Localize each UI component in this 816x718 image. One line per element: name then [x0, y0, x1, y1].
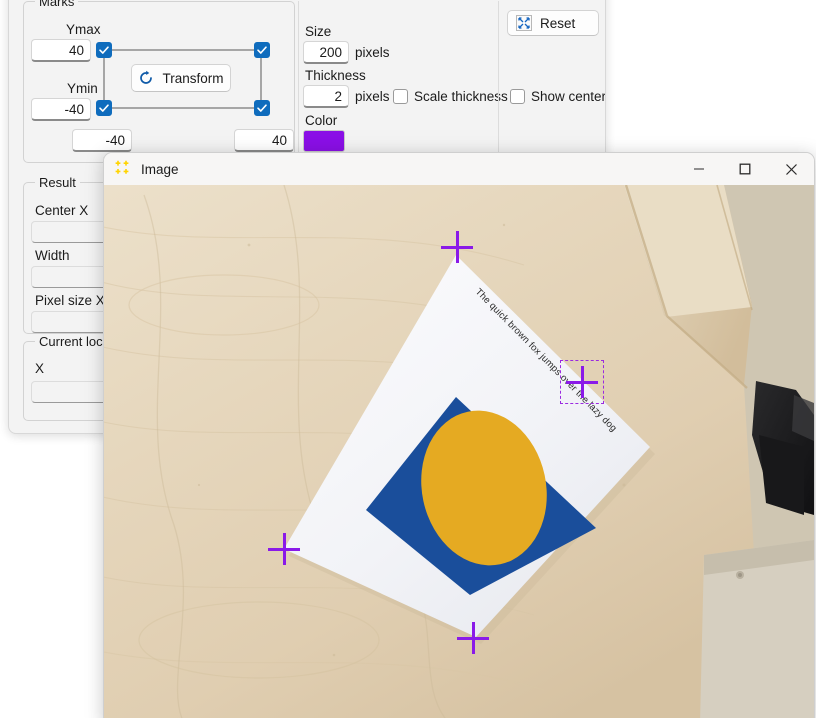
window-controls: [676, 153, 814, 185]
size-input[interactable]: 200: [303, 41, 349, 64]
scale-thickness-checkbox[interactable]: [393, 89, 408, 104]
connector-line-top: [112, 49, 260, 51]
scale-thickness-label: Scale thickness: [414, 89, 508, 104]
mark-checkbox-top-left[interactable]: [96, 42, 112, 58]
size-label: Size: [305, 24, 332, 39]
result-group-title: Result: [35, 175, 80, 190]
image-window: Image The quick brown fox jumps over the…: [103, 152, 815, 718]
xmin-input[interactable]: -40: [72, 129, 132, 152]
ymax-label: Ymax: [66, 22, 101, 37]
ymin-label: Ymin: [67, 81, 98, 96]
panel-divider-2: [498, 1, 499, 161]
current-location-x-label: X: [35, 361, 45, 376]
mark-checkbox-bottom-right[interactable]: [254, 100, 270, 116]
mark-checkbox-bottom-left[interactable]: [96, 100, 112, 116]
image-window-titlebar[interactable]: Image: [104, 153, 814, 185]
image-window-title: Image: [141, 161, 179, 177]
four-marks-icon: [114, 160, 134, 178]
ymin-input[interactable]: -40: [31, 98, 91, 121]
screen: Marks Ymax 40 Ymin -40 Transform -40 40 …: [0, 0, 816, 718]
marks-group-title: Marks: [35, 0, 79, 9]
color-swatch[interactable]: [303, 130, 345, 152]
thickness-units: pixels: [355, 89, 390, 104]
panel-divider-1: [298, 1, 299, 161]
center-x-label: Center X: [35, 203, 89, 218]
pixel-size-x-label: Pixel size X: [35, 293, 105, 308]
close-button[interactable]: [768, 153, 814, 185]
image-canvas[interactable]: The quick brown fox jumps over the lazy …: [104, 185, 814, 718]
photo-svg: The quick brown fox jumps over the lazy …: [104, 185, 814, 718]
fit-to-view-icon: [516, 15, 532, 31]
size-units: pixels: [355, 45, 390, 60]
minimize-button[interactable]: [676, 153, 722, 185]
width-label: Width: [35, 248, 70, 263]
color-label: Color: [305, 113, 338, 128]
ymax-input[interactable]: 40: [31, 39, 91, 62]
show-center-checkbox[interactable]: [510, 89, 525, 104]
maximize-button[interactable]: [722, 153, 768, 185]
reset-button[interactable]: Reset: [507, 10, 599, 36]
refresh-icon: [138, 70, 154, 86]
mark-checkbox-top-right[interactable]: [254, 42, 270, 58]
transform-button[interactable]: Transform: [131, 64, 231, 92]
transform-button-label: Transform: [162, 70, 224, 86]
reset-button-label: Reset: [540, 15, 576, 31]
connector-line-bottom: [112, 107, 260, 109]
thickness-input[interactable]: 2: [303, 85, 349, 108]
show-center-label: Show center: [531, 89, 606, 104]
thickness-label: Thickness: [305, 68, 366, 83]
xmax-input[interactable]: 40: [234, 129, 294, 152]
